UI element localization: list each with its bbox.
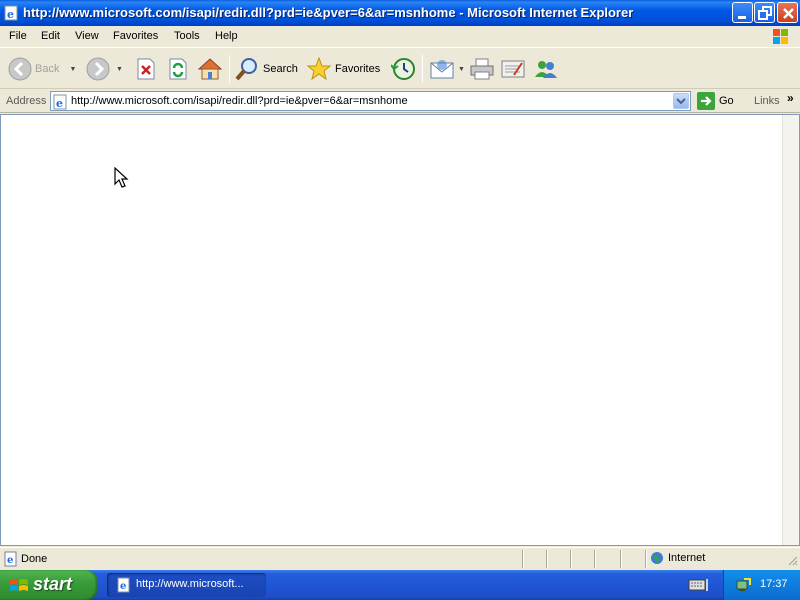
status-divider — [570, 550, 572, 568]
forward-button[interactable]: ▼ — [86, 53, 123, 85]
refresh-icon — [169, 58, 187, 80]
start-label: start — [33, 574, 73, 594]
taskbar: start e http://www.microsoft... 17:37 — [0, 570, 800, 600]
refresh-button[interactable] — [167, 53, 189, 85]
mouse-cursor-icon — [114, 167, 129, 188]
start-button[interactable]: start — [0, 570, 98, 600]
search-label: Search — [263, 63, 298, 75]
menu-bar: File Edit View Favorites Tools Help — [0, 26, 800, 48]
menu-edit[interactable]: Edit — [41, 30, 60, 42]
edit-icon — [501, 60, 525, 78]
back-dropdown-icon[interactable]: ▼ — [69, 66, 76, 73]
home-button[interactable] — [197, 53, 223, 85]
close-button[interactable] — [777, 2, 798, 23]
favorites-label: Favorites — [335, 63, 381, 75]
minimize-icon — [738, 16, 746, 19]
mail-button[interactable]: ▼ — [429, 53, 465, 85]
mail-icon — [430, 60, 454, 79]
vertical-scrollbar[interactable] — [782, 115, 799, 545]
restore-button[interactable] — [754, 2, 775, 23]
print-button[interactable] — [469, 53, 495, 85]
title-bar[interactable]: e http://www.microsoft.com/isapi/redir.d… — [0, 0, 800, 26]
toolbar-separator — [229, 55, 230, 83]
taskbar-item-label: http://www.microsoft... — [136, 578, 244, 590]
ie-page-icon: e — [4, 5, 20, 21]
mail-dropdown-icon[interactable]: ▼ — [458, 66, 465, 73]
stop-button[interactable] — [135, 53, 157, 85]
resize-grip-icon[interactable] — [786, 554, 798, 566]
close-icon — [783, 8, 794, 19]
back-button[interactable]: Back ▼ — [8, 53, 76, 85]
menu-help[interactable]: Help — [215, 30, 238, 42]
chevron-down-icon — [676, 98, 686, 105]
go-button[interactable]: Go — [697, 92, 734, 110]
messenger-button[interactable] — [532, 53, 560, 85]
window-title: http://www.microsoft.com/isapi/redir.dll… — [23, 5, 634, 20]
minimize-button[interactable] — [732, 2, 753, 23]
status-divider — [522, 550, 524, 568]
forward-dropdown-icon[interactable]: ▼ — [116, 66, 123, 73]
status-divider — [546, 550, 548, 568]
keyboard-language-icon[interactable] — [688, 577, 710, 596]
magnifier-icon — [235, 58, 257, 81]
address-url: http://www.microsoft.com/isapi/redir.dll… — [71, 95, 408, 107]
security-zone[interactable]: Internet — [650, 551, 705, 565]
address-dropdown-button[interactable] — [673, 93, 689, 109]
svg-text:e: e — [120, 581, 126, 592]
network-icon[interactable] — [736, 577, 752, 596]
page-done-icon: e — [3, 551, 19, 570]
status-divider — [645, 550, 647, 568]
menu-view[interactable]: View — [75, 30, 99, 42]
star-icon — [306, 56, 332, 81]
home-icon — [197, 58, 223, 80]
back-label: Back — [35, 63, 60, 75]
address-label: Address — [6, 95, 47, 107]
svg-text:e: e — [7, 555, 13, 566]
clock[interactable]: 17:37 — [760, 578, 788, 590]
ie-page-icon: e — [53, 94, 69, 113]
stop-icon — [137, 58, 155, 80]
svg-text:e: e — [56, 97, 63, 110]
menu-file[interactable]: File — [9, 30, 27, 42]
standard-toolbar: Back ▼ ▼ Search Favorites ▼ — [0, 49, 800, 89]
status-divider — [620, 550, 622, 568]
svg-text:e: e — [7, 8, 14, 21]
search-button[interactable]: Search — [234, 53, 298, 85]
menu-tools[interactable]: Tools — [174, 30, 200, 42]
links-label[interactable]: Links — [754, 95, 780, 107]
status-bar: e Done Internet — [0, 547, 800, 569]
address-bar: Address e http://www.microsoft.com/isapi… — [0, 90, 800, 113]
status-text: Done — [21, 553, 48, 565]
status-divider — [594, 550, 596, 568]
menu-favorites[interactable]: Favorites — [113, 30, 158, 42]
globe-icon — [651, 552, 663, 564]
toolbar-separator — [422, 55, 423, 83]
zone-label: Internet — [668, 552, 706, 564]
history-icon — [391, 58, 415, 80]
windows-flag-icon — [8, 576, 30, 599]
windows-logo-icon — [770, 27, 792, 47]
favorites-button[interactable]: Favorites — [306, 53, 380, 85]
restore-icon — [758, 6, 772, 20]
messenger-icon — [535, 61, 557, 78]
history-button[interactable] — [391, 53, 417, 85]
ie-page-icon: e — [116, 577, 132, 596]
address-input[interactable]: e http://www.microsoft.com/isapi/redir.d… — [50, 91, 691, 111]
forward-arrow-icon — [86, 57, 110, 81]
go-arrow-icon — [697, 92, 715, 110]
taskbar-item-ie[interactable]: e http://www.microsoft... — [107, 573, 266, 597]
go-label: Go — [719, 95, 734, 107]
edit-button[interactable] — [500, 53, 526, 85]
chevron-right-icon[interactable]: » — [787, 91, 794, 105]
back-arrow-icon — [8, 57, 32, 81]
system-tray: 17:37 — [723, 570, 800, 600]
printer-icon — [470, 58, 494, 80]
